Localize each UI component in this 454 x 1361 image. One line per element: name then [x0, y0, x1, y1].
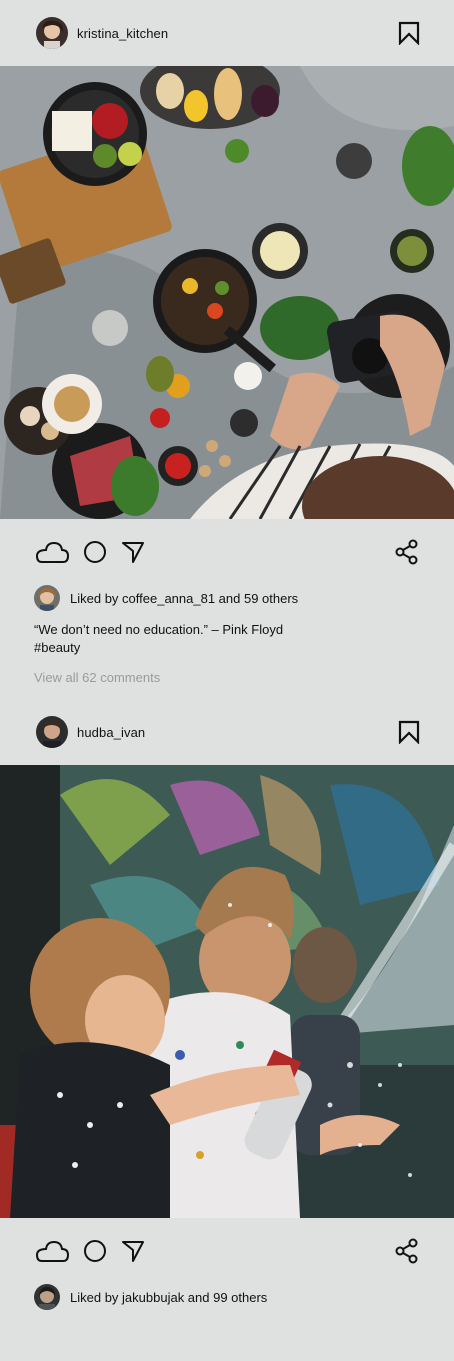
send-arrow-icon[interactable]	[120, 539, 146, 565]
post-actions	[0, 1218, 454, 1284]
likes-row: Liked by coffee_anna_81 and 59 others	[0, 585, 454, 611]
feed: kristina_kitchen Liked by coffee_anna_81…	[0, 0, 454, 1310]
post-photo[interactable]	[0, 765, 454, 1218]
post-photo[interactable]	[0, 66, 454, 519]
post: kristina_kitchen Liked by coffee_anna_81…	[0, 0, 454, 685]
caption: “We don’t need no education.” – Pink Flo…	[0, 621, 454, 657]
post-actions	[0, 519, 454, 585]
view-comments-link[interactable]: View all 62 comments	[0, 670, 454, 685]
food-table-image	[0, 66, 454, 519]
caption-quote: “We don’t need no education.” – Pink Flo…	[34, 622, 284, 637]
user-avatar[interactable]	[36, 17, 68, 49]
children-water-image	[0, 765, 454, 1218]
share-icon[interactable]	[394, 1238, 420, 1264]
send-arrow-icon[interactable]	[120, 1238, 146, 1264]
bookmark-icon[interactable]	[398, 21, 420, 45]
bookmark-icon[interactable]	[398, 720, 420, 744]
liker-avatar[interactable]	[34, 585, 60, 611]
circle-icon[interactable]	[82, 539, 108, 565]
user-avatar[interactable]	[36, 716, 68, 748]
post: hudba_ivan Liked by jakubbujak and 99 ot…	[0, 699, 454, 1310]
username[interactable]: kristina_kitchen	[77, 26, 398, 41]
likes-row: Liked by jakubbujak and 99 others	[0, 1284, 454, 1310]
share-icon[interactable]	[394, 539, 420, 565]
post-header: hudba_ivan	[0, 699, 454, 765]
likes-text[interactable]: Liked by jakubbujak and 99 others	[70, 1290, 267, 1305]
circle-icon[interactable]	[82, 1238, 108, 1264]
liker-avatar[interactable]	[34, 1284, 60, 1310]
username[interactable]: hudba_ivan	[77, 725, 398, 740]
likes-text[interactable]: Liked by coffee_anna_81 and 59 others	[70, 591, 298, 606]
cloud-icon[interactable]	[34, 539, 70, 565]
post-header: kristina_kitchen	[0, 0, 454, 66]
caption-hashtag[interactable]: #beauty	[34, 639, 420, 657]
cloud-icon[interactable]	[34, 1238, 70, 1264]
